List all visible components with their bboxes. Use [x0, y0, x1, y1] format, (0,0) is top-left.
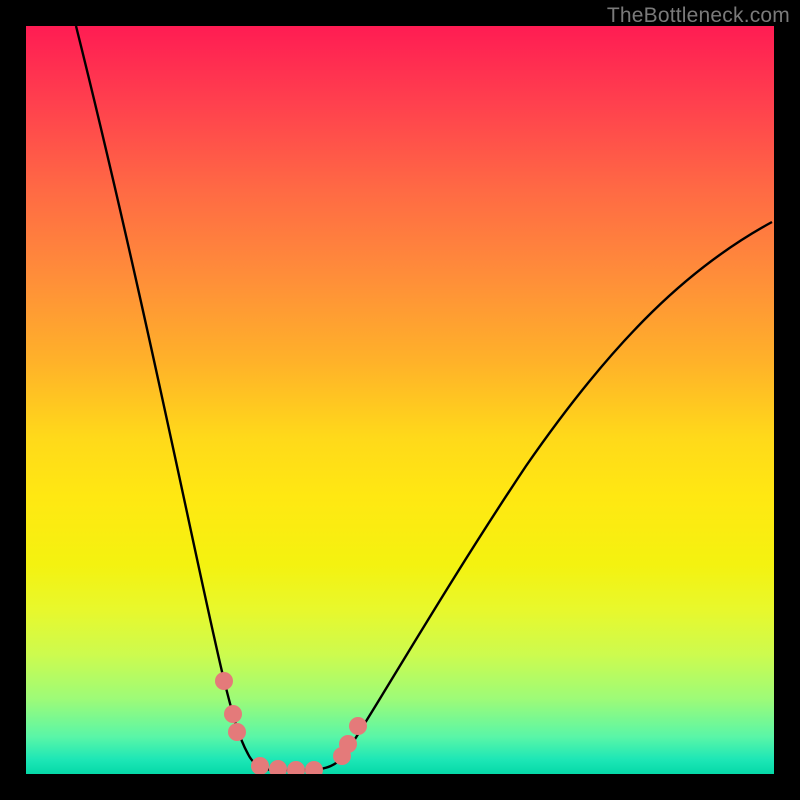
- dot: [339, 735, 357, 753]
- dot: [228, 723, 246, 741]
- dot: [215, 672, 233, 690]
- chart-frame: [26, 26, 774, 774]
- dot: [305, 761, 323, 774]
- dot: [269, 760, 287, 774]
- watermark-text: TheBottleneck.com: [607, 4, 790, 28]
- dot: [251, 757, 269, 774]
- dot: [349, 717, 367, 735]
- dot: [287, 761, 305, 774]
- curve-left: [76, 26, 306, 770]
- valley-dots: [215, 672, 367, 774]
- curve-right: [306, 222, 772, 770]
- dot: [224, 705, 242, 723]
- chart-svg: [26, 26, 774, 774]
